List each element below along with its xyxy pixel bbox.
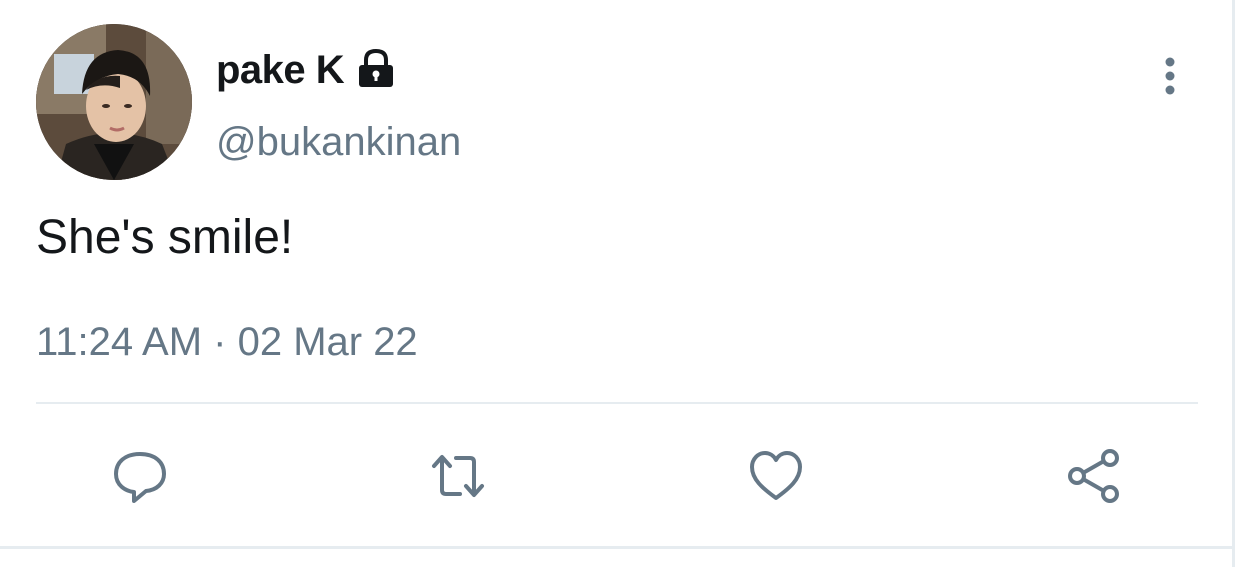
divider bbox=[36, 402, 1198, 404]
display-name[interactable]: pake K bbox=[216, 44, 345, 96]
avatar[interactable] bbox=[36, 24, 192, 180]
tweet-card: pake K @bukankinan She's smile! 11:24 AM… bbox=[0, 0, 1235, 567]
heart-icon bbox=[750, 451, 802, 500]
tweet-text: She's smile! bbox=[36, 211, 294, 264]
tweet-timestamp[interactable]: 11:24 AM · 02 Mar 22 bbox=[36, 316, 418, 368]
author-name-row: pake K bbox=[216, 44, 398, 96]
avatar-photo bbox=[36, 24, 192, 180]
more-options-button[interactable] bbox=[1148, 52, 1192, 100]
like-button[interactable] bbox=[740, 440, 812, 512]
reply-button[interactable] bbox=[104, 440, 176, 512]
action-bar bbox=[0, 440, 1235, 512]
share-button[interactable] bbox=[1058, 440, 1130, 512]
bottom-border bbox=[0, 546, 1235, 549]
retweet-icon bbox=[432, 455, 484, 497]
reply-icon bbox=[114, 452, 166, 503]
more-vertical-icon bbox=[1165, 57, 1175, 95]
retweet-button[interactable] bbox=[422, 440, 494, 512]
lock-icon bbox=[354, 47, 398, 91]
handle[interactable]: @bukankinan bbox=[216, 116, 461, 168]
share-icon bbox=[1068, 449, 1119, 503]
